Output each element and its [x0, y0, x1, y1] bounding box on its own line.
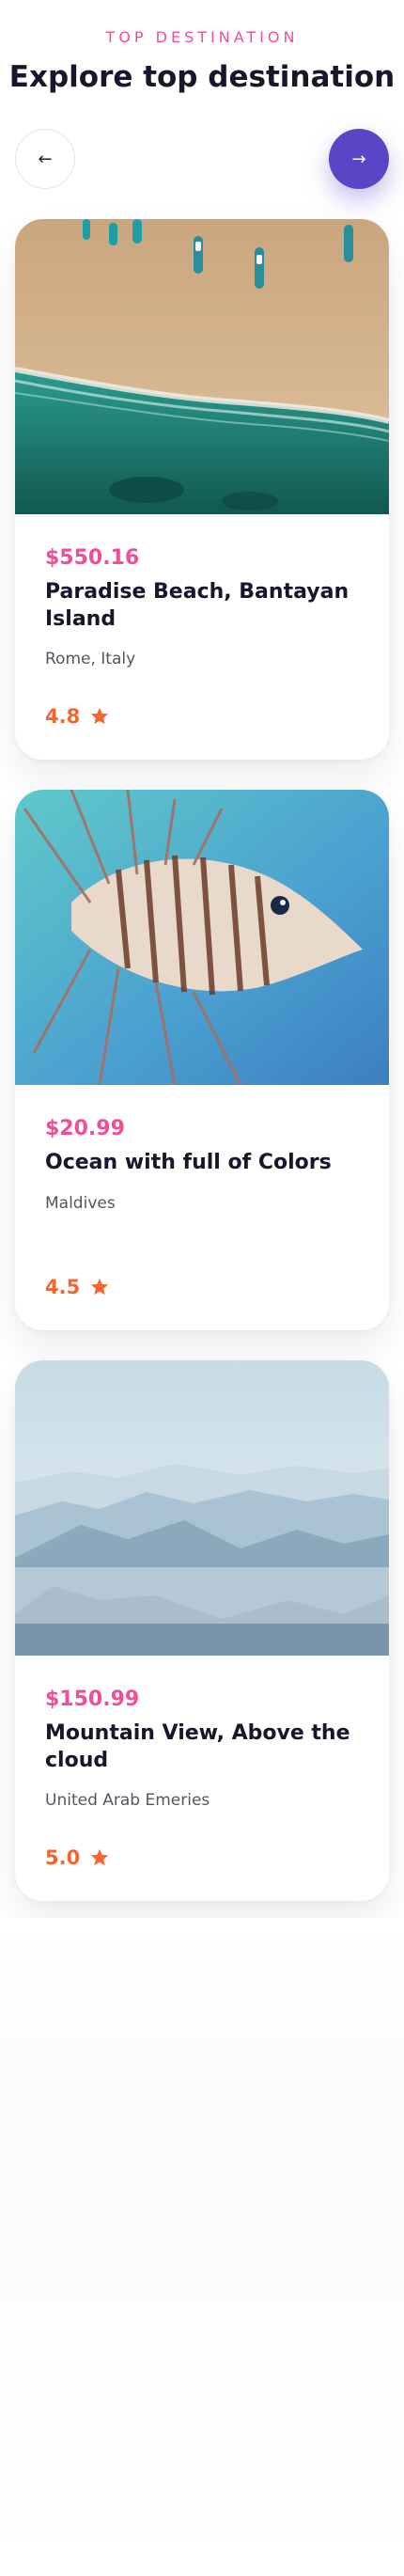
arrow-left-icon: ←	[38, 149, 53, 169]
destination-card[interactable]: $20.99 Ocean with full of Colors Maldive…	[15, 790, 389, 1330]
card-rating: 5.0	[45, 1846, 110, 1869]
star-icon	[91, 707, 109, 725]
section-eyebrow: TOP DESTINATION	[105, 28, 299, 46]
card-rating: 4.5	[45, 1276, 110, 1298]
rating-value: 5.0	[45, 1846, 81, 1869]
destination-card[interactable]: $150.99 Mountain View, Above the cloud U…	[15, 1360, 389, 1901]
card-title: Ocean with full of Colors	[45, 1151, 332, 1174]
arrow-right-icon: →	[351, 149, 366, 169]
destination-card[interactable]: $550.16 Paradise Beach, Bantayan Island …	[15, 219, 389, 760]
card-location: Rome, Italy	[45, 650, 136, 668]
card-rating: 4.8	[45, 705, 110, 728]
beach-aerial-photo	[15, 219, 389, 514]
page-title: Explore top destination	[8, 60, 396, 94]
card-title: Mountain View, Above the cloud	[45, 1721, 350, 1772]
star-icon	[91, 1848, 109, 1866]
page-bottom-fade	[0, 1918, 404, 2576]
card-price: $20.99	[45, 1117, 125, 1140]
next-button[interactable]: →	[329, 129, 389, 189]
star-icon	[91, 1278, 109, 1296]
card-price: $550.16	[45, 546, 140, 570]
rating-value: 4.8	[45, 705, 81, 728]
card-location: Maldives	[45, 1194, 116, 1213]
page: TOP DESTINATION Explore top destination …	[0, 0, 404, 2576]
card-title: Paradise Beach, Bantayan Island	[45, 580, 350, 631]
card-location: United Arab Emeries	[45, 1791, 210, 1810]
misty-mountains-photo	[15, 1360, 389, 1656]
previous-button[interactable]: ←	[15, 129, 75, 189]
lionfish-photo	[15, 790, 389, 1085]
rating-value: 4.5	[45, 1276, 81, 1298]
card-price: $150.99	[45, 1688, 140, 1711]
